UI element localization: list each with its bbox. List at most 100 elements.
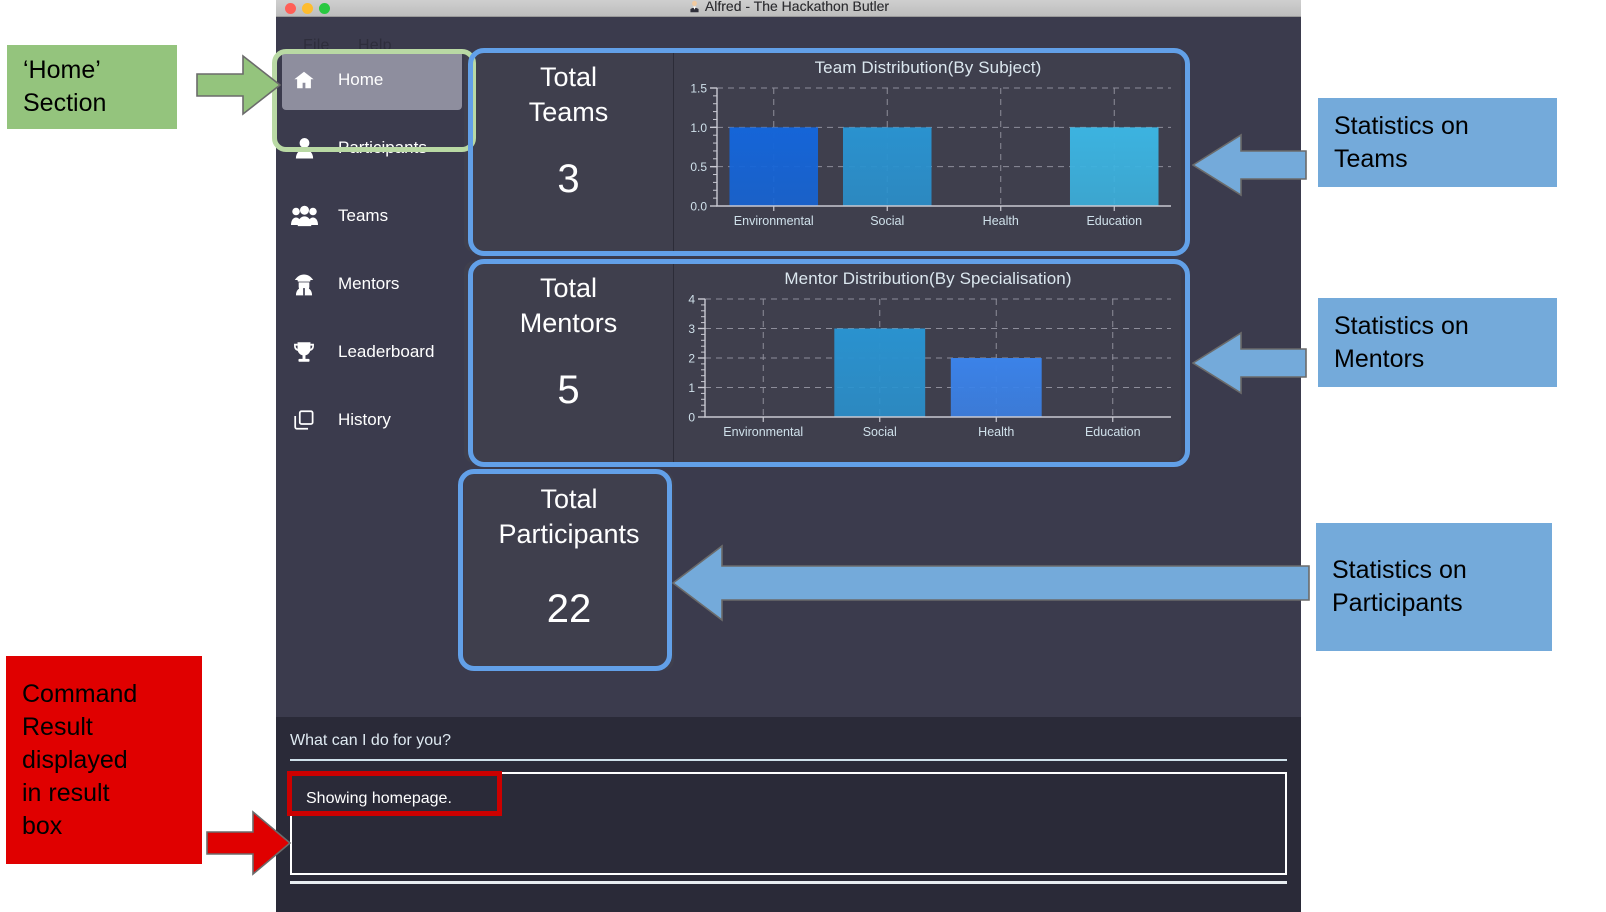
users-icon <box>282 205 326 227</box>
copy-icon <box>282 409 326 431</box>
sidebar-label-participants: Participants <box>338 138 427 157</box>
window-title: Alfred - The Hackathon Butler <box>276 0 1301 17</box>
mentor-chart-plot: 0 1 2 3 4 Environmental Social Health Education <box>675 293 1181 443</box>
command-prompt-label: What can I do for you? <box>290 732 451 749</box>
trophy-icon <box>282 341 326 364</box>
screenshot-root: Alfred - The Hackathon Butler File Help … <box>0 0 1606 912</box>
sidebar-item-home[interactable]: Home <box>282 50 462 110</box>
ytick-label: 3 <box>688 322 695 336</box>
annotation-stats-participants: Statistics on Participants <box>1316 523 1552 651</box>
mentor-distribution-svg: 0 1 2 3 4 Environmental Social Health Education <box>688 293 1171 439</box>
total-participants-card: Total Participants 22 <box>464 472 674 670</box>
sidebar-item-participants[interactable]: Participants <box>282 118 462 178</box>
xtick-label: Environmental <box>723 425 803 439</box>
sidebar-label-leaderboard: Leaderboard <box>338 342 435 361</box>
window-titlebar: Alfred - The Hackathon Butler <box>276 0 1301 17</box>
total-participants-title-line2: Participants <box>498 518 640 549</box>
teams-stat-row: Total Teams 3 Team Distribution(By Subje… <box>464 50 1181 252</box>
ytick-label: 0 <box>688 411 695 425</box>
command-input-underline[interactable] <box>290 759 1287 761</box>
team-chart-plot: 0.0 0.5 1.0 1.5 Environmental Social Health Edu… <box>675 82 1181 232</box>
mentor-distribution-chart: Mentor Distribution(By Specialisation) 0… <box>675 261 1181 463</box>
annotation-stats-mentors-line2: Mentors <box>1334 344 1425 373</box>
command-zone-bottom-rule <box>290 881 1287 884</box>
arrow-stats-teams <box>1192 133 1307 197</box>
mentors-stat-row: Total Mentors 5 Mentor Distribution(By S… <box>464 261 1181 463</box>
ytick-label: 4 <box>688 293 695 307</box>
user-secret-icon <box>282 273 326 296</box>
xtick-label: Health <box>983 214 1019 228</box>
xtick-label: Environmental <box>734 214 814 228</box>
xtick-label: Education <box>1086 214 1142 228</box>
total-teams-card: Total Teams 3 <box>464 50 674 252</box>
arrow-command-result <box>206 810 292 876</box>
annotation-stats-mentors-line1: Statistics on <box>1334 311 1469 340</box>
total-participants-title: Total Participants <box>498 482 639 551</box>
window-title-text: Alfred - The Hackathon Butler <box>704 0 890 14</box>
total-mentors-card: Total Mentors 5 <box>464 261 674 463</box>
command-result-box[interactable]: Showing homepage. <box>290 772 1287 875</box>
sidebar-item-teams[interactable]: Teams <box>282 186 462 246</box>
annotation-home-line2: Section <box>23 89 107 117</box>
total-participants-title-line1: Total <box>540 484 598 514</box>
arrow-home-section <box>196 54 282 116</box>
annotation-home-section: ‘Home’ Section <box>7 45 177 129</box>
bar-social <box>842 127 932 206</box>
annotation-command-result-line4: in result <box>22 778 110 807</box>
sidebar-label-mentors: Mentors <box>338 274 400 293</box>
command-zone: What can I do for you? Showing homepage. <box>276 717 1301 912</box>
total-teams-title-line1: Total <box>539 62 598 92</box>
annotation-command-result-line3: displayed <box>22 745 128 774</box>
home-icon <box>282 69 326 91</box>
annotation-command-result-line1: Command <box>22 679 138 708</box>
bar-health <box>950 358 1042 417</box>
arrow-stats-participants <box>672 544 1310 622</box>
ytick-label: 0.0 <box>690 200 707 214</box>
app-logo-icon <box>688 0 701 17</box>
bar-social <box>834 328 926 417</box>
annotation-command-result: Command Result displayed in result box <box>6 656 202 864</box>
annotation-stats-participants-line1: Statistics on <box>1332 556 1467 584</box>
annotation-stats-teams: Statistics on Teams <box>1318 98 1557 187</box>
command-result-text: Showing homepage. <box>306 790 452 807</box>
annotation-command-result-line2: Result <box>22 712 93 741</box>
annotation-stats-teams-line2: Teams <box>1334 144 1408 173</box>
xtick-label: Education <box>1085 425 1141 439</box>
sidebar-nav: Home Participants Teams Mentors Leaderbo… <box>276 50 464 717</box>
xtick-label: Social <box>870 214 904 228</box>
xtick-label: Health <box>978 425 1014 439</box>
annotation-stats-mentors: Statistics on Mentors <box>1318 298 1557 387</box>
total-teams-title-line2: Teams <box>528 96 609 127</box>
sidebar-item-mentors[interactable]: Mentors <box>282 254 462 314</box>
annotation-command-result-line5: box <box>22 811 63 840</box>
menu-bar: File Help <box>276 17 1301 54</box>
xtick-label: Social <box>863 425 897 439</box>
bar-environmental <box>729 127 819 206</box>
team-chart-title: Team Distribution(By Subject) <box>814 58 1042 77</box>
ytick-label: 0.5 <box>690 160 707 174</box>
sidebar-item-leaderboard[interactable]: Leaderboard <box>282 322 462 382</box>
arrow-stats-mentors <box>1192 331 1307 395</box>
total-participants-value: 22 <box>546 587 592 632</box>
mentor-chart-title: Mentor Distribution(By Specialisation) <box>784 269 1072 288</box>
application-window: Alfred - The Hackathon Butler File Help … <box>276 0 1301 912</box>
annotation-home-line1: ‘Home’ <box>23 56 101 84</box>
ytick-label: 2 <box>688 352 695 366</box>
team-distribution-chart: Team Distribution(By Subject) 0.0 0.5 1.0 1… <box>675 50 1181 252</box>
total-mentors-title-line1: Total <box>539 273 598 303</box>
bar-education <box>1069 127 1159 206</box>
ytick-label: 1.0 <box>690 121 707 135</box>
ytick-label: 1.5 <box>690 82 707 96</box>
team-distribution-svg: 0.0 0.5 1.0 1.5 Environmental Social Health Edu… <box>690 82 1171 228</box>
annotation-stats-participants-line2: Participants <box>1332 589 1463 617</box>
ytick-label: 1 <box>688 381 695 395</box>
total-mentors-title-line2: Mentors <box>519 307 618 338</box>
annotation-stats-teams-line1: Statistics on <box>1334 111 1469 140</box>
sidebar-label-teams: Teams <box>338 206 389 225</box>
sidebar-label-history: History <box>338 410 391 429</box>
total-teams-value: 3 <box>557 157 580 202</box>
participants-stat-row: Total Participants 22 <box>464 472 674 670</box>
sidebar-label-home: Home <box>338 70 384 89</box>
total-mentors-value: 5 <box>557 368 580 413</box>
sidebar-item-history[interactable]: History <box>282 390 462 450</box>
